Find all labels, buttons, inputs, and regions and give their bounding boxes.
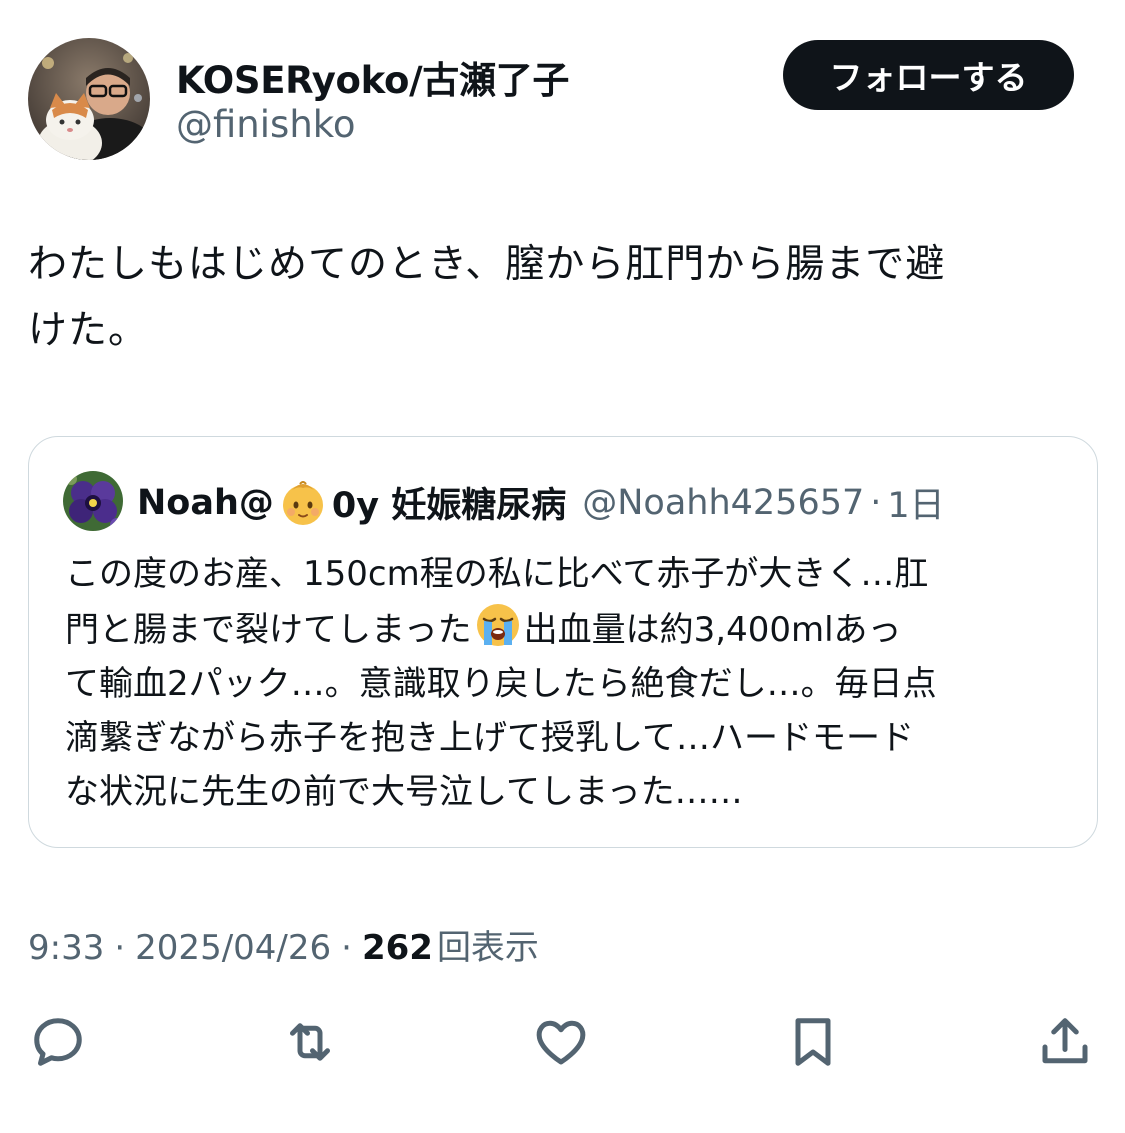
meta-separator: · [341,928,352,968]
retweet-icon [290,1023,330,1061]
quoted-text-line: な状況に先生の前で大号泣してしまった…… [65,772,743,812]
quoted-tweet-time[interactable]: 1日 [887,477,944,528]
reply-button[interactable] [28,1012,88,1072]
quoted-author-name-suffix: 0y 妊娠糖尿病 [331,486,567,526]
follow-button[interactable]: フォローする [783,40,1074,110]
quoted-text-line: この度のお産、150cm程の私に比べて赤子が大きく…肛 [65,554,929,594]
share-button[interactable] [1035,1012,1095,1072]
like-button[interactable] [531,1012,591,1072]
reply-icon [34,1018,82,1066]
quoted-tweet-card[interactable]: Noah@ 0y 妊娠糖尿病 @Noahh425657 · 1日 この度のお産、… [28,436,1098,848]
quoted-author-handle[interactable]: @Noahh425657 [582,483,864,523]
quoted-text-line: て輸血2パック…。意識取り戻したら絶食だし…。毎日点 [65,664,937,704]
meta-separator: · [114,928,126,968]
user-avatar-icon [28,38,150,160]
quoted-meta-separator: · [870,482,882,523]
loudly-crying-face-emoji-icon [474,601,522,649]
author-handle[interactable]: @finishko [176,103,356,146]
author-avatar[interactable] [28,38,150,160]
tweet-date[interactable]: 2025/04/26 [135,928,331,968]
tweet-text-line: けた。 [28,308,149,353]
share-icon [1042,1018,1088,1064]
bookmark-button[interactable] [783,1012,843,1072]
quoted-tweet-text: この度のお産、150cm程の私に比べて赤子が大きく…肛 門と腸まで裂けてしまった… [65,547,1075,819]
baby-emoji-icon [278,478,328,528]
quoted-author-name[interactable]: Noah@ 0y 妊娠糖尿病 [137,477,566,528]
tweet-text-line: わたしもはじめてのとき、膣から肛門から腸まで避 [28,242,946,287]
quoted-author-name-prefix: Noah@ [137,482,274,523]
quoted-text-segment: 門と腸まで裂けてしまった [65,610,472,650]
pansy-flower-avatar-icon [63,471,123,531]
bookmark-icon [795,1018,831,1066]
quoted-text-segment: 出血量は約3,400mlあっ [523,610,902,650]
retweet-button[interactable] [280,1012,340,1072]
like-icon [536,1020,586,1065]
views-count[interactable]: 262 [362,928,433,968]
tweet-meta: 9:33 · 2025/04/26 · 262 回表示 [28,920,539,969]
quoted-text-line: 滴繋ぎながら赤子を抱き上げて授乳して…ハードモード [65,718,914,758]
quoted-text-line: 門と腸まで裂けてしまった 出血量は約3,400mlあっ [65,601,1075,657]
tweet-time[interactable]: 9:33 [28,928,104,968]
tweet-text: わたしもはじめてのとき、膣から肛門から腸まで避 けた。 [28,232,1088,364]
views-label[interactable]: 回表示 [437,920,539,969]
quoted-author-avatar[interactable] [63,471,123,531]
quoted-tweet-header: Noah@ 0y 妊娠糖尿病 @Noahh425657 · 1日 [137,477,945,528]
author-display-name[interactable]: KOSERyoko/古瀬了子 [176,50,569,104]
